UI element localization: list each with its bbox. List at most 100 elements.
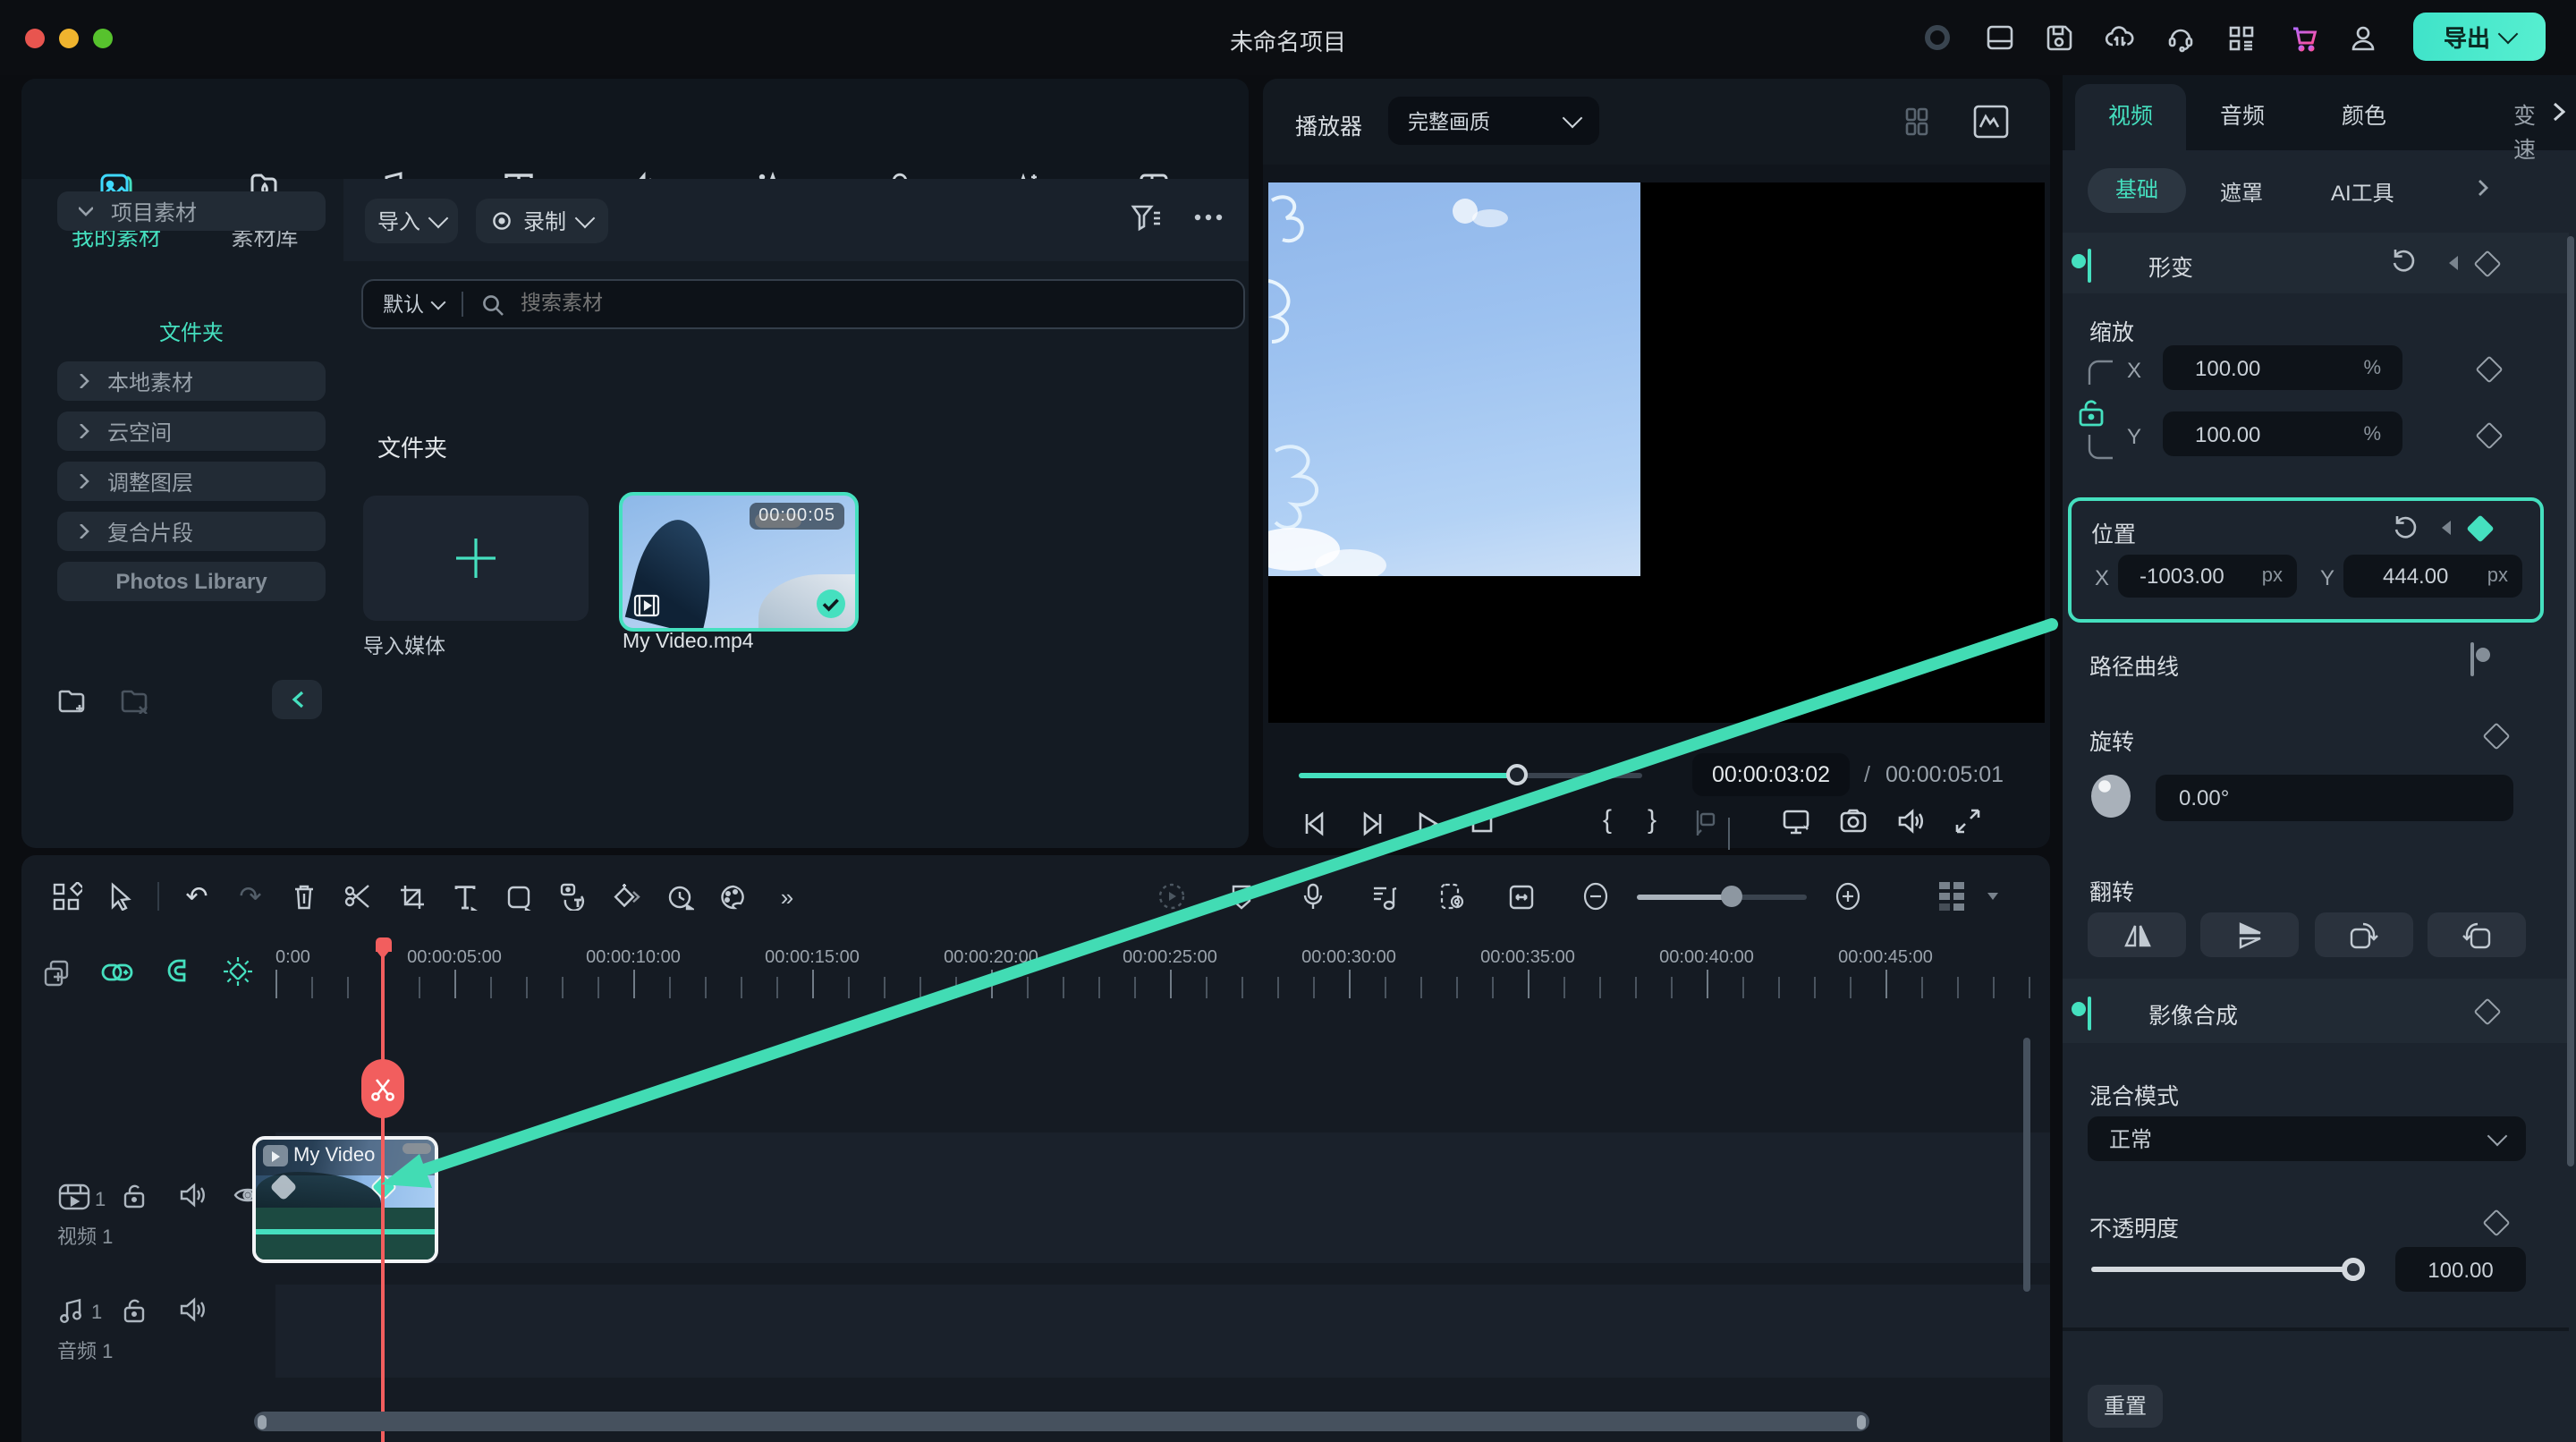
cart-icon[interactable]	[2288, 21, 2320, 54]
position-x-input[interactable]: -1003.00px	[2118, 555, 2297, 598]
split-icon[interactable]	[331, 882, 385, 911]
color-palette-icon[interactable]	[707, 883, 760, 910]
multiview-icon[interactable]	[1903, 104, 1939, 140]
scrollbar-right-handle[interactable]	[1857, 1414, 1866, 1429]
video-track-lane[interactable]	[275, 1132, 2050, 1263]
sidebar-item-project-media[interactable]: 项目素材	[57, 191, 326, 231]
fit-timeline-icon[interactable]	[1494, 883, 1547, 910]
timeline-ruler[interactable]: 00:00:00 00:00:05:00 00:00:10:00 00:00:1…	[275, 948, 2050, 998]
scopes-icon[interactable]	[1971, 102, 2011, 141]
previous-keyframe-icon[interactable]	[2449, 256, 2458, 270]
fullscreen-button[interactable]	[1955, 809, 1980, 834]
preview-canvas[interactable]	[1268, 182, 2045, 723]
keyframe-snap-icon[interactable]	[222, 955, 254, 988]
import-media-tile[interactable]	[363, 496, 589, 621]
scale-x-input[interactable]: 100.00%	[2163, 345, 2402, 390]
audio-track-lane[interactable]	[275, 1285, 2050, 1378]
mirror-display-button[interactable]	[1782, 809, 1812, 836]
current-timecode[interactable]: 00:00:03:02	[1692, 753, 1850, 796]
speech-to-text-icon[interactable]	[546, 882, 599, 911]
tab-speed-clipped[interactable]: 变速	[2513, 97, 2549, 165]
filter-icon[interactable]	[1131, 204, 1163, 233]
crop-icon[interactable]	[385, 883, 438, 910]
zoom-out-icon[interactable]	[1569, 882, 1623, 911]
previous-keyframe-icon[interactable]	[2442, 521, 2451, 535]
subtab-ai-tools[interactable]: AI工具	[2331, 177, 2394, 208]
paste-attributes-icon[interactable]	[43, 959, 73, 989]
audio-track-lock-icon[interactable]	[122, 1297, 147, 1324]
video-track-mute-icon[interactable]	[179, 1183, 208, 1208]
save-icon[interactable]	[2043, 21, 2075, 54]
rotate-knob[interactable]	[2089, 773, 2132, 819]
mark-in-button[interactable]: {	[1603, 805, 1612, 836]
import-button[interactable]: 导入	[365, 199, 458, 243]
layout-panel-icon[interactable]	[1984, 21, 2016, 54]
previous-frame-button[interactable]	[1302, 810, 1327, 837]
search-input[interactable]	[517, 292, 1061, 317]
select-tool-icon[interactable]	[93, 882, 147, 911]
reset-button[interactable]: 重置	[2088, 1385, 2163, 1428]
more-options-icon[interactable]	[1193, 213, 1224, 222]
video-track-lock-icon[interactable]	[122, 1183, 147, 1209]
new-folder-icon[interactable]	[57, 687, 89, 714]
rotate-input[interactable]: 0.00°	[2156, 775, 2513, 821]
sidebar-item-local-media[interactable]: 本地素材	[57, 361, 326, 401]
opacity-keyframe-icon[interactable]	[2482, 1209, 2510, 1236]
tabs-overflow-chevron[interactable]	[2553, 102, 2565, 122]
search-bar[interactable]: 默认	[361, 279, 1245, 329]
delete-folder-icon[interactable]	[120, 687, 152, 714]
path-curve-toggle[interactable]	[2470, 642, 2474, 676]
position-y-input[interactable]: 444.00px	[2343, 555, 2522, 598]
stop-button[interactable]	[1470, 810, 1494, 834]
mask-tool-icon[interactable]	[492, 883, 546, 910]
transform-toggle[interactable]	[2088, 249, 2091, 283]
timeline-vertical-scrollbar[interactable]	[2023, 1038, 2030, 1292]
clip-keyframe-icon[interactable]	[1424, 882, 1478, 911]
subtab-basic[interactable]: 基础	[2088, 168, 2186, 213]
timeline-clip[interactable]: My Video	[252, 1136, 438, 1263]
seek-handle[interactable]	[1506, 764, 1528, 785]
marker-dropdown-icon[interactable]	[1728, 818, 1730, 850]
track-manager-icon[interactable]	[1925, 880, 1979, 912]
speed-icon[interactable]	[653, 883, 707, 910]
playhead-line[interactable]	[381, 945, 385, 1442]
rotate-cw-button[interactable]	[2315, 912, 2413, 957]
scale-x-keyframe-icon[interactable]	[2475, 355, 2503, 383]
tab-video[interactable]: 视频	[2075, 84, 2186, 150]
seek-bar[interactable]	[1299, 773, 1642, 778]
sidebar-item-compound-clip[interactable]: 复合片段	[57, 512, 326, 551]
horizontal-scrollbar[interactable]	[254, 1412, 1869, 1431]
more-tools-icon[interactable]: »	[760, 883, 814, 910]
tab-audio-settings[interactable]: 音频	[2220, 97, 2265, 131]
text-tool-icon[interactable]	[438, 883, 492, 910]
scale-y-keyframe-icon[interactable]	[2475, 421, 2503, 449]
collapse-sidebar-button[interactable]	[272, 680, 322, 719]
position-keyframe-icon-active[interactable]	[2466, 514, 2494, 542]
blend-mode-dropdown[interactable]: 正常	[2088, 1116, 2526, 1161]
delete-icon[interactable]	[277, 882, 331, 911]
marker-tool-button[interactable]	[1692, 809, 1721, 837]
cloud-sync-icon[interactable]	[2104, 21, 2136, 54]
subtab-mask[interactable]: 遮罩	[2220, 177, 2263, 208]
apps-grid-icon[interactable]	[2225, 21, 2258, 54]
flip-vertical-button[interactable]	[2200, 912, 2299, 957]
opacity-slider-handle[interactable]	[2342, 1258, 2365, 1281]
transform-keyframe-icon[interactable]	[2473, 250, 2501, 277]
next-frame-button[interactable]	[1360, 810, 1385, 837]
rotate-keyframe-icon[interactable]	[2482, 722, 2510, 750]
undo-icon[interactable]: ↶	[170, 880, 224, 912]
scale-y-input[interactable]: 100.00%	[2163, 411, 2402, 456]
keyframe-add-icon[interactable]	[599, 883, 653, 910]
media-browser-icon[interactable]	[39, 881, 93, 912]
magnet-snap-icon[interactable]	[161, 957, 193, 986]
mark-out-button[interactable]: }	[1648, 805, 1657, 836]
voiceover-mic-icon[interactable]	[1286, 882, 1340, 911]
timeline-zoom-slider[interactable]	[1637, 894, 1807, 899]
reset-transform-icon[interactable]	[2390, 247, 2417, 274]
marker-icon[interactable]	[1215, 883, 1268, 910]
compositing-toggle[interactable]	[2088, 997, 2091, 1031]
account-icon[interactable]	[2347, 21, 2379, 54]
audio-track-mute-icon[interactable]	[179, 1297, 208, 1322]
search-scope-dropdown[interactable]: 默认	[383, 290, 444, 318]
record-button[interactable]: 录制	[476, 199, 608, 243]
